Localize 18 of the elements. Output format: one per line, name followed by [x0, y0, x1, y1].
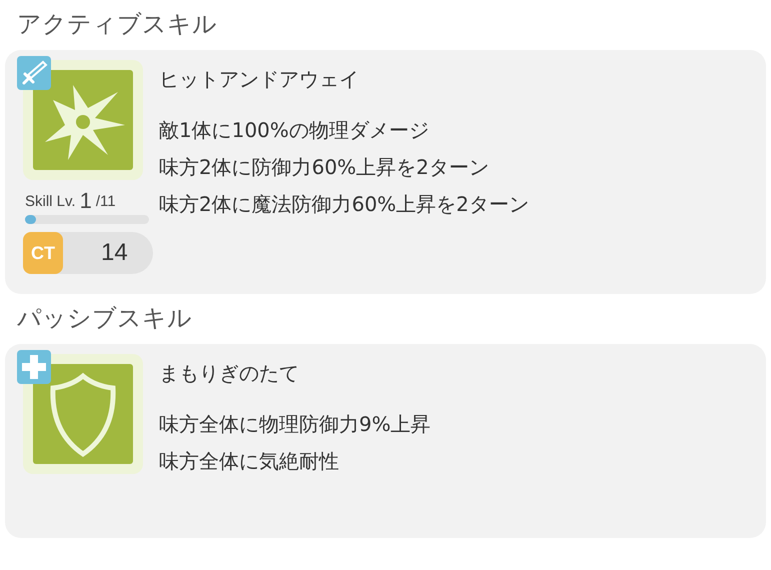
section-heading: アクティブスキル [16, 9, 218, 40]
plus-icon [17, 350, 51, 384]
skill-effect: 敵1体に100%の物理ダメージ [159, 117, 430, 144]
cooldown-badge: CT [23, 232, 63, 274]
skill-name: まもりぎのたて [159, 360, 300, 387]
section-heading: パッシブスキル [16, 303, 193, 334]
skill-effect: 味方全体に物理防御力9%上昇 [159, 411, 431, 438]
skill-effect: 味方2体に魔法防御力60%上昇を2ターン [159, 191, 529, 218]
sword-icon [17, 56, 51, 90]
skill-effect: 味方全体に気絶耐性 [159, 448, 340, 475]
skill-effect: 味方2体に防御力60%上昇を2ターン [159, 154, 490, 181]
shield-icon [33, 364, 133, 464]
cooldown-value: 14 [101, 238, 128, 268]
skill-level-current: 1 [80, 189, 92, 213]
skill-level-max: /11 [96, 192, 116, 212]
burst-icon [33, 70, 133, 170]
skill-level-label: Skill Lv. [25, 192, 76, 212]
skill-name: ヒットアンドアウェイ [159, 66, 360, 93]
